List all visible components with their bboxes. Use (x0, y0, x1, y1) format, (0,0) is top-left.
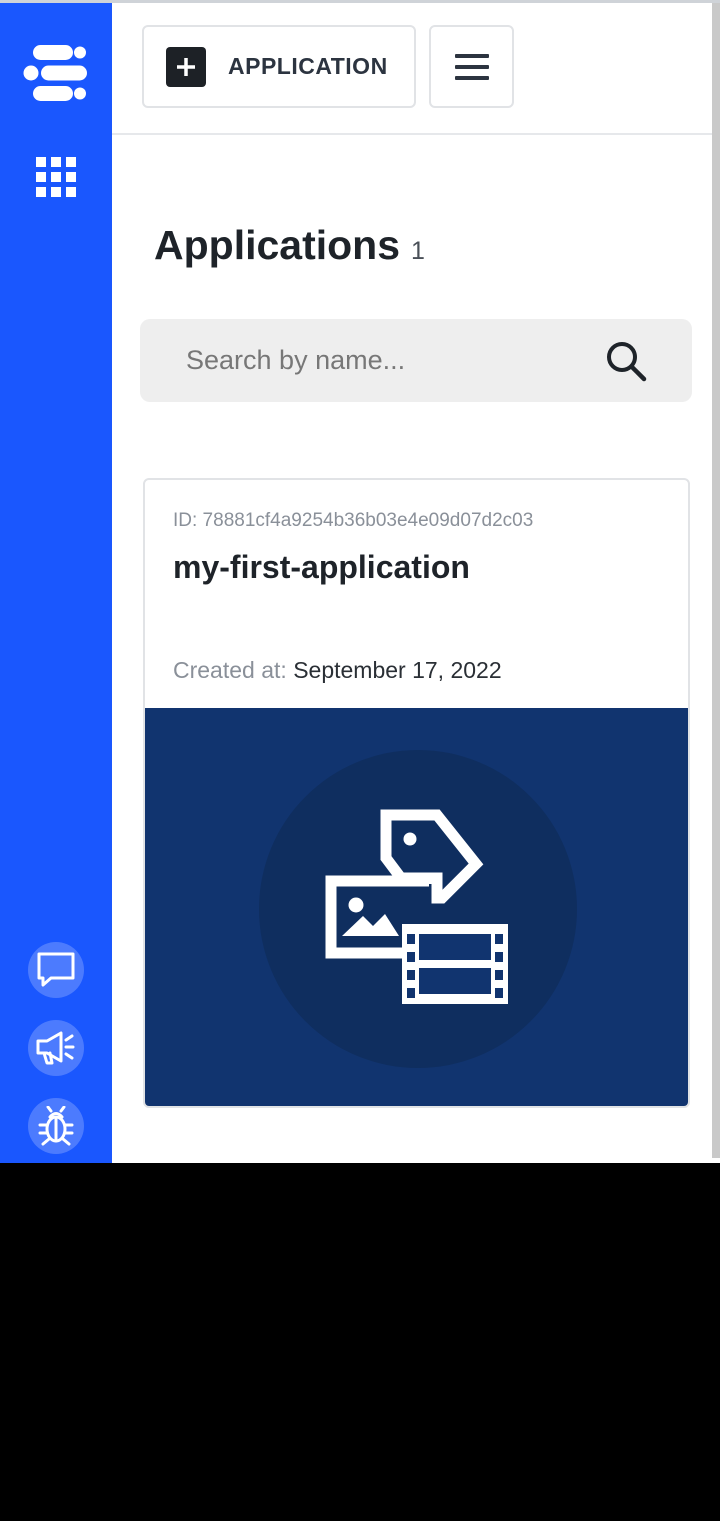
created-at-label: Created at: (173, 657, 287, 683)
megaphone-icon (36, 1031, 75, 1065)
vertical-scrollbar[interactable] (712, 3, 720, 1158)
hamburger-menu-icon (454, 53, 489, 80)
search-bar (140, 319, 692, 402)
app-window: APPLICATION Applications 1 ID: 78881cf4a… (0, 0, 720, 1163)
created-at-date: September 17, 2022 (293, 657, 502, 683)
sidebar (0, 3, 112, 1163)
application-thumbnail (145, 708, 688, 1106)
application-card[interactable]: ID: 78881cf4a9254b36b03e4e09d07d2c03 my-… (143, 478, 690, 1108)
chat-icon (37, 952, 75, 987)
page-title: Applications (154, 222, 401, 268)
apps-grid-button[interactable] (0, 153, 112, 201)
logo-icon (23, 45, 87, 101)
applications-count: 1 (411, 237, 425, 265)
application-name: my-first-application (173, 549, 470, 585)
search-input[interactable] (186, 319, 586, 402)
announcements-button[interactable] (28, 1020, 84, 1076)
plus-icon (166, 46, 206, 87)
application-created: Created at: September 17, 2022 (173, 657, 502, 684)
media-tag-icon (325, 809, 508, 1004)
add-application-label: APPLICATION (228, 53, 388, 79)
bug-icon (38, 1106, 74, 1146)
apps-grid-icon (36, 157, 76, 197)
top-toolbar: APPLICATION (112, 3, 712, 135)
logo-button[interactable] (0, 39, 112, 107)
application-id: ID: 78881cf4a9254b36b03e4e09d07d2c03 (173, 510, 534, 531)
add-application-button[interactable]: APPLICATION (142, 25, 416, 108)
search-icon[interactable] (604, 339, 648, 383)
menu-button[interactable] (429, 25, 514, 108)
bug-report-button[interactable] (28, 1098, 84, 1154)
chat-button[interactable] (28, 942, 84, 998)
